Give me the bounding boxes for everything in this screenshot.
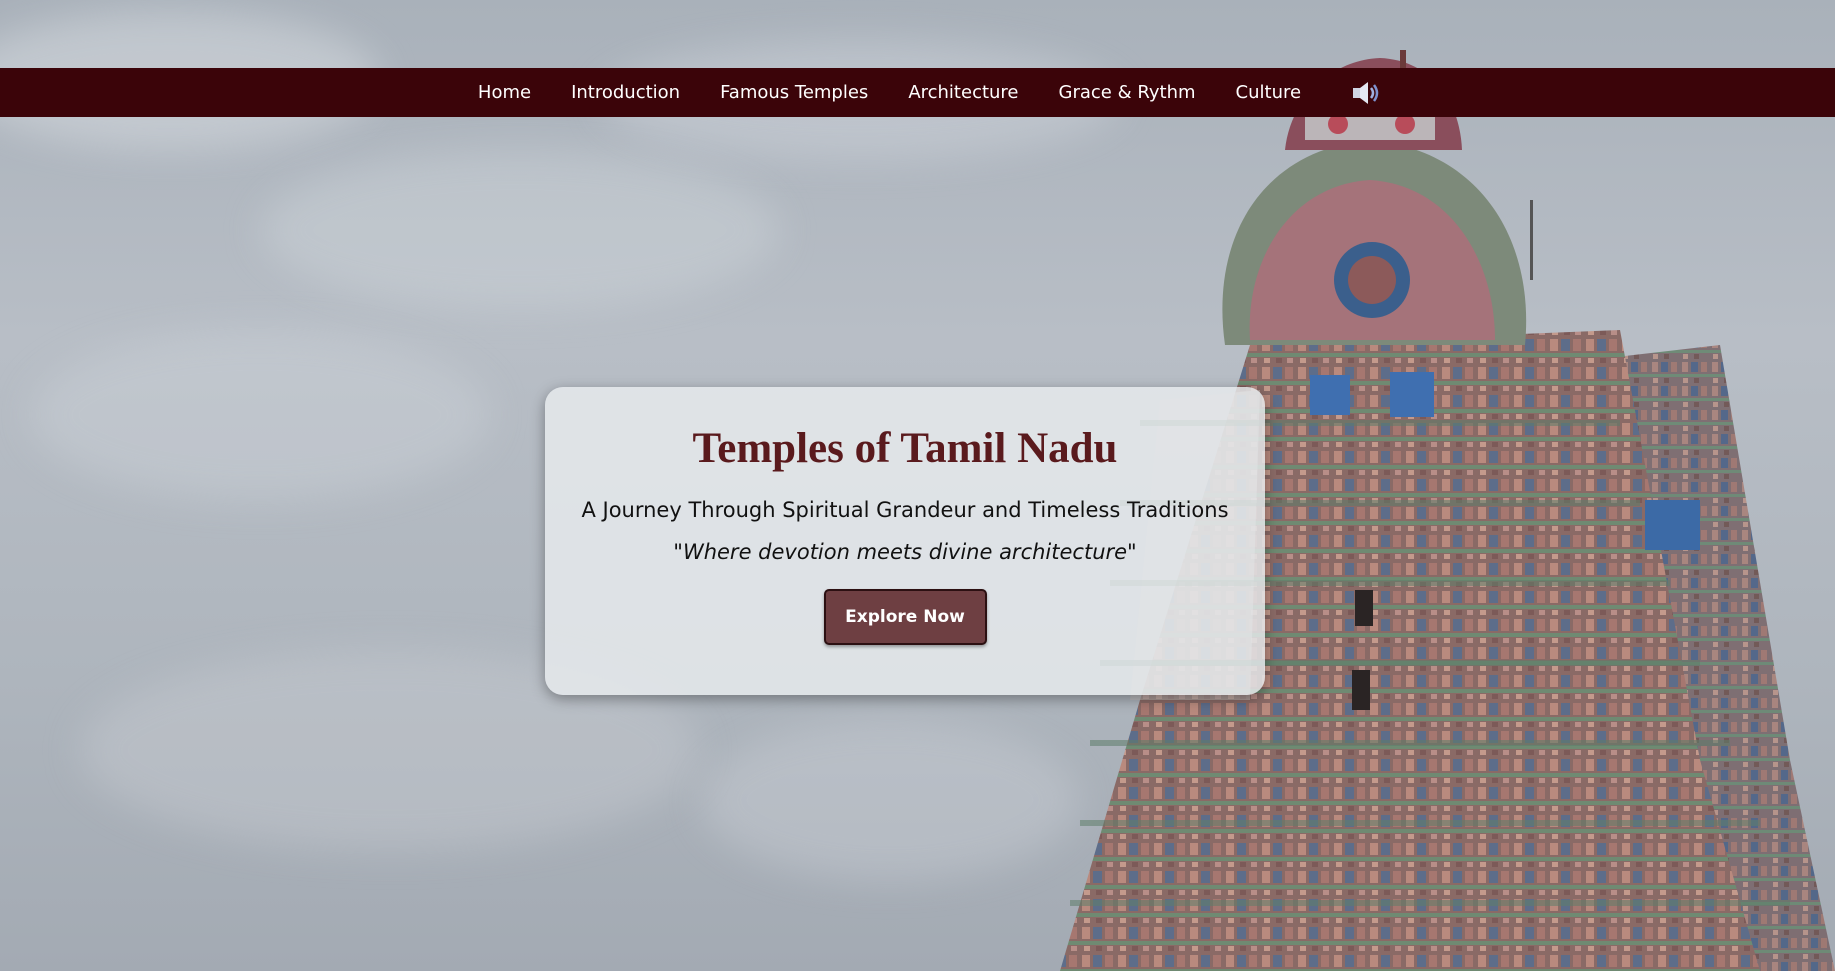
hero-quote: "Where devotion meets divine architectur… [673,540,1137,565]
nav-grace-rythm-link[interactable]: Grace & Rythm [1059,82,1196,103]
hero-card: Temples of Tamil Nadu A Journey Through … [545,387,1265,695]
speaker-icon [1353,81,1379,104]
hero-subtitle: A Journey Through Spiritual Grandeur and… [581,498,1229,523]
nav-list: Home Introduction Famous Temples Archite… [458,82,1321,103]
main-navbar: Home Introduction Famous Temples Archite… [0,68,1835,117]
hero-title: Temples of Tamil Nadu [692,425,1118,472]
nav-architecture-link[interactable]: Architecture [908,82,1018,103]
explore-now-button[interactable]: Explore Now [823,589,987,646]
sound-toggle-button[interactable] [1351,78,1381,108]
nav-home-link[interactable]: Home [478,82,531,103]
nav-famous-temples-link[interactable]: Famous Temples [720,82,868,103]
nav-culture-link[interactable]: Culture [1236,82,1302,103]
hero-section: Home Introduction Famous Temples Archite… [0,0,1835,971]
nav-introduction-link[interactable]: Introduction [571,82,680,103]
